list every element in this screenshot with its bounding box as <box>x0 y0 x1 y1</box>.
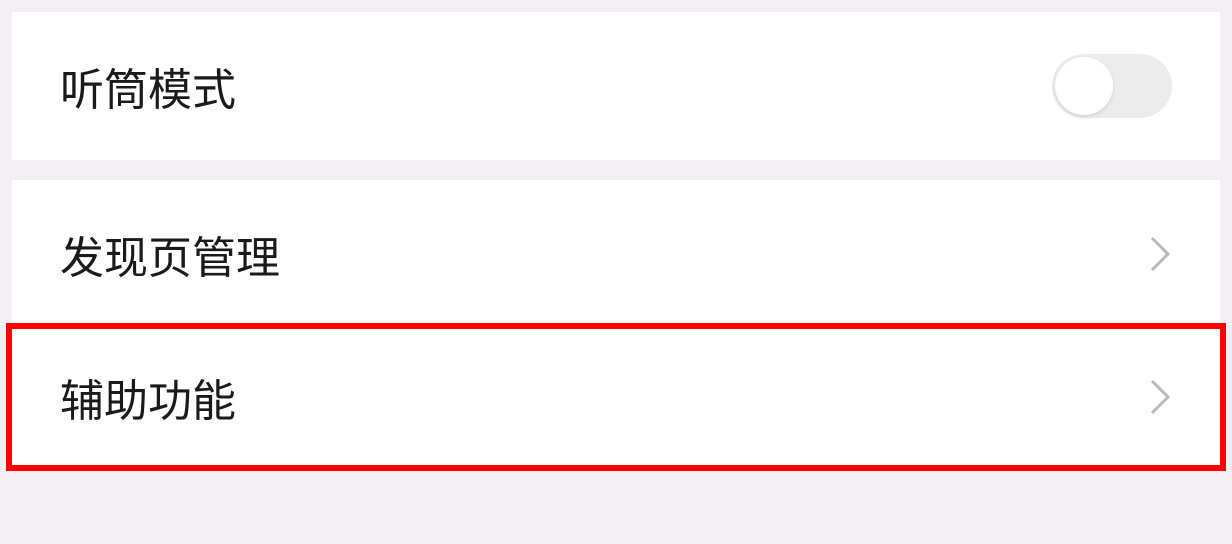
earpiece-mode-label: 听筒模式 <box>60 54 236 118</box>
discover-page-label: 发现页管理 <box>60 222 280 286</box>
chevron-right-icon <box>1148 242 1172 266</box>
accessibility-row[interactable]: 辅助功能 <box>6 323 1226 471</box>
settings-group-1: 听筒模式 <box>12 12 1220 160</box>
accessibility-label: 辅助功能 <box>60 365 236 429</box>
earpiece-mode-row[interactable]: 听筒模式 <box>12 12 1220 160</box>
discover-page-row[interactable]: 发现页管理 <box>12 180 1220 328</box>
chevron-right-icon <box>1148 385 1172 409</box>
settings-group-2: 发现页管理 辅助功能 <box>12 180 1220 471</box>
earpiece-mode-toggle[interactable] <box>1052 54 1172 118</box>
toggle-knob <box>1055 57 1113 115</box>
